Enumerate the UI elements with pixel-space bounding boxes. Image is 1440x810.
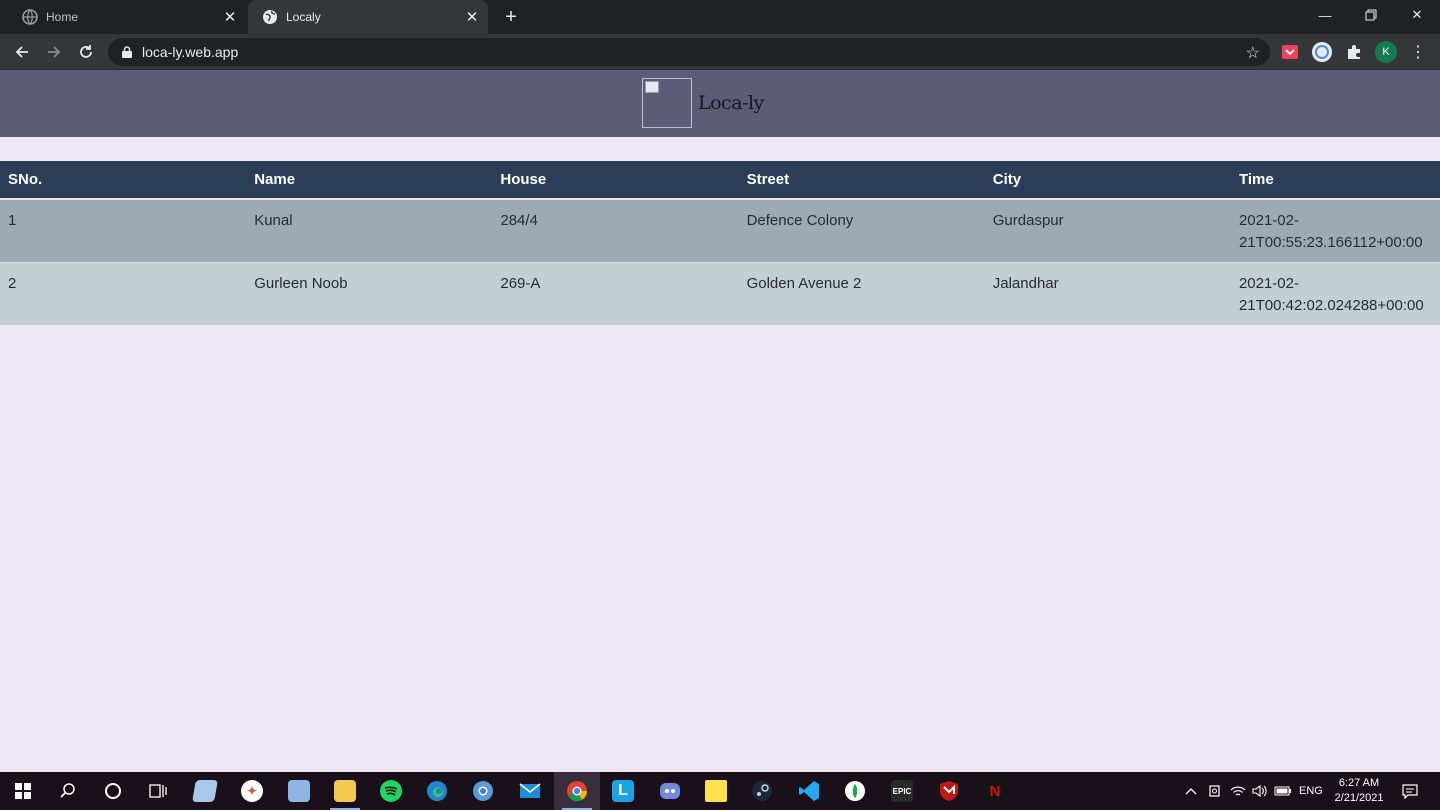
steam-icon[interactable] [739, 772, 785, 810]
header-street: Street [738, 161, 985, 200]
cell-city: Gurdaspur [984, 199, 1231, 263]
cell-time: 2021-02- 21T00:42:02.024288+00:00 [1230, 262, 1440, 325]
globe-icon [262, 9, 278, 25]
clock-time: 6:27 AM [1338, 777, 1380, 789]
spotify-icon[interactable] [368, 772, 414, 810]
windows-taskbar: ✦ L EPIC N ENG 6:27 AM 2/21/2021 [0, 772, 1440, 810]
forward-arrow-icon[interactable] [40, 38, 68, 66]
cell-house: 269-A [492, 262, 739, 325]
table-row: 1 Kunal 284/4 Defence Colony Gurdaspur 2… [0, 199, 1440, 263]
bookmark-star-icon[interactable]: ☆ [1246, 43, 1260, 63]
clock-date: 2/21/2021 [1334, 792, 1384, 804]
windows-start-icon[interactable] [0, 772, 46, 810]
time-line: 21T00:42:02.024288+00:00 [1238, 297, 1424, 314]
app-leaf-icon[interactable] [832, 772, 878, 810]
header-sno: SNo. [0, 161, 247, 200]
lock-icon [120, 45, 134, 59]
close-tab-icon[interactable]: ✕ [220, 7, 240, 27]
time-line: 21T00:55:23.166112+00:00 [1238, 234, 1423, 251]
pocket-extension-icon[interactable] [1278, 40, 1302, 64]
edge-icon[interactable] [414, 772, 460, 810]
tab-title: Localy [286, 10, 321, 24]
tab-home[interactable]: Home ✕ [8, 0, 246, 34]
mail-icon[interactable] [507, 772, 553, 810]
task-view-icon[interactable] [135, 772, 181, 810]
header-name: Name [246, 161, 493, 200]
browser-toolbar: loca-ly.web.app ☆ K ⋮ [0, 34, 1440, 70]
locations-table: SNo. Name House Street City Time 1 Kunal… [0, 161, 1440, 325]
extension-circle-icon[interactable] [1310, 40, 1334, 64]
battery-icon[interactable] [1274, 772, 1292, 810]
time-line: 2021-02- [1238, 212, 1299, 229]
language-indicator[interactable]: ENG [1299, 772, 1323, 810]
vscode-icon[interactable] [786, 772, 832, 810]
cell-time: 2021-02- 21T00:55:23.166112+00:00 [1230, 199, 1440, 263]
cell-sno: 2 [0, 262, 247, 325]
cell-house: 284/4 [492, 199, 739, 263]
mcafee-icon[interactable] [926, 772, 972, 810]
discord-icon[interactable] [647, 772, 693, 810]
tray-device-icon[interactable] [1208, 772, 1222, 810]
sticky-notes-icon[interactable] [693, 772, 739, 810]
cell-name: Gurleen Noob [246, 262, 493, 325]
cell-sno: 1 [0, 199, 247, 263]
notifications-icon[interactable] [1402, 772, 1418, 810]
reload-icon[interactable] [72, 38, 100, 66]
cell-city: Jalandhar [984, 262, 1231, 325]
globe-icon [22, 9, 38, 25]
table-header-row: SNo. Name House Street City Time [0, 161, 1440, 200]
app-icon[interactable]: ✦ [229, 772, 275, 810]
site-title: Loca-ly [698, 92, 764, 114]
extensions-puzzle-icon[interactable] [1342, 40, 1366, 64]
new-tab-button[interactable]: + [498, 5, 524, 29]
header-house: House [492, 161, 739, 200]
chrome-alt-icon[interactable] [460, 772, 506, 810]
header-time: Time [1230, 161, 1440, 200]
close-tab-icon[interactable]: ✕ [462, 7, 482, 27]
epic-games-icon[interactable]: EPIC [879, 772, 925, 810]
restore-icon[interactable] [1348, 0, 1394, 30]
window-close-icon[interactable]: ✕ [1394, 0, 1440, 30]
photos-app-icon[interactable] [276, 772, 322, 810]
file-explorer-icon[interactable] [322, 772, 368, 810]
notes-app-icon[interactable] [182, 772, 228, 810]
tray-chevron-icon[interactable] [1184, 772, 1198, 810]
address-bar[interactable]: loca-ly.web.app ☆ [108, 38, 1270, 66]
cell-name: Kunal [246, 199, 493, 263]
back-arrow-icon[interactable] [8, 38, 36, 66]
more-menu-icon[interactable]: ⋮ [1406, 40, 1430, 64]
wifi-icon[interactable] [1230, 772, 1246, 810]
minimize-icon[interactable]: — [1302, 0, 1348, 30]
cell-street: Golden Avenue 2 [738, 262, 985, 325]
launcher-icon[interactable]: L [600, 772, 646, 810]
tab-title: Home [46, 10, 79, 24]
taskbar-clock[interactable]: 6:27 AM 2/21/2021 [1326, 776, 1392, 806]
search-icon[interactable] [45, 772, 91, 810]
profile-avatar[interactable]: K [1374, 40, 1398, 64]
broken-logo-image [642, 78, 692, 128]
cortana-icon[interactable] [90, 772, 136, 810]
netflix-icon[interactable]: N [972, 772, 1018, 810]
cell-street: Defence Colony [738, 199, 985, 263]
table-row: 2 Gurleen Noob 269-A Golden Avenue 2 Jal… [0, 262, 1440, 325]
chrome-icon[interactable] [554, 772, 600, 810]
tab-localy[interactable]: Localy ✕ [248, 0, 488, 34]
time-line: 2021-02- [1238, 275, 1299, 292]
volume-icon[interactable] [1251, 772, 1267, 810]
site-header: Loca-ly [0, 70, 1440, 137]
url-text: loca-ly.web.app [142, 44, 239, 60]
header-city: City [984, 161, 1231, 200]
browser-titlebar: Home ✕ Localy ✕ + — ✕ [0, 0, 1440, 34]
